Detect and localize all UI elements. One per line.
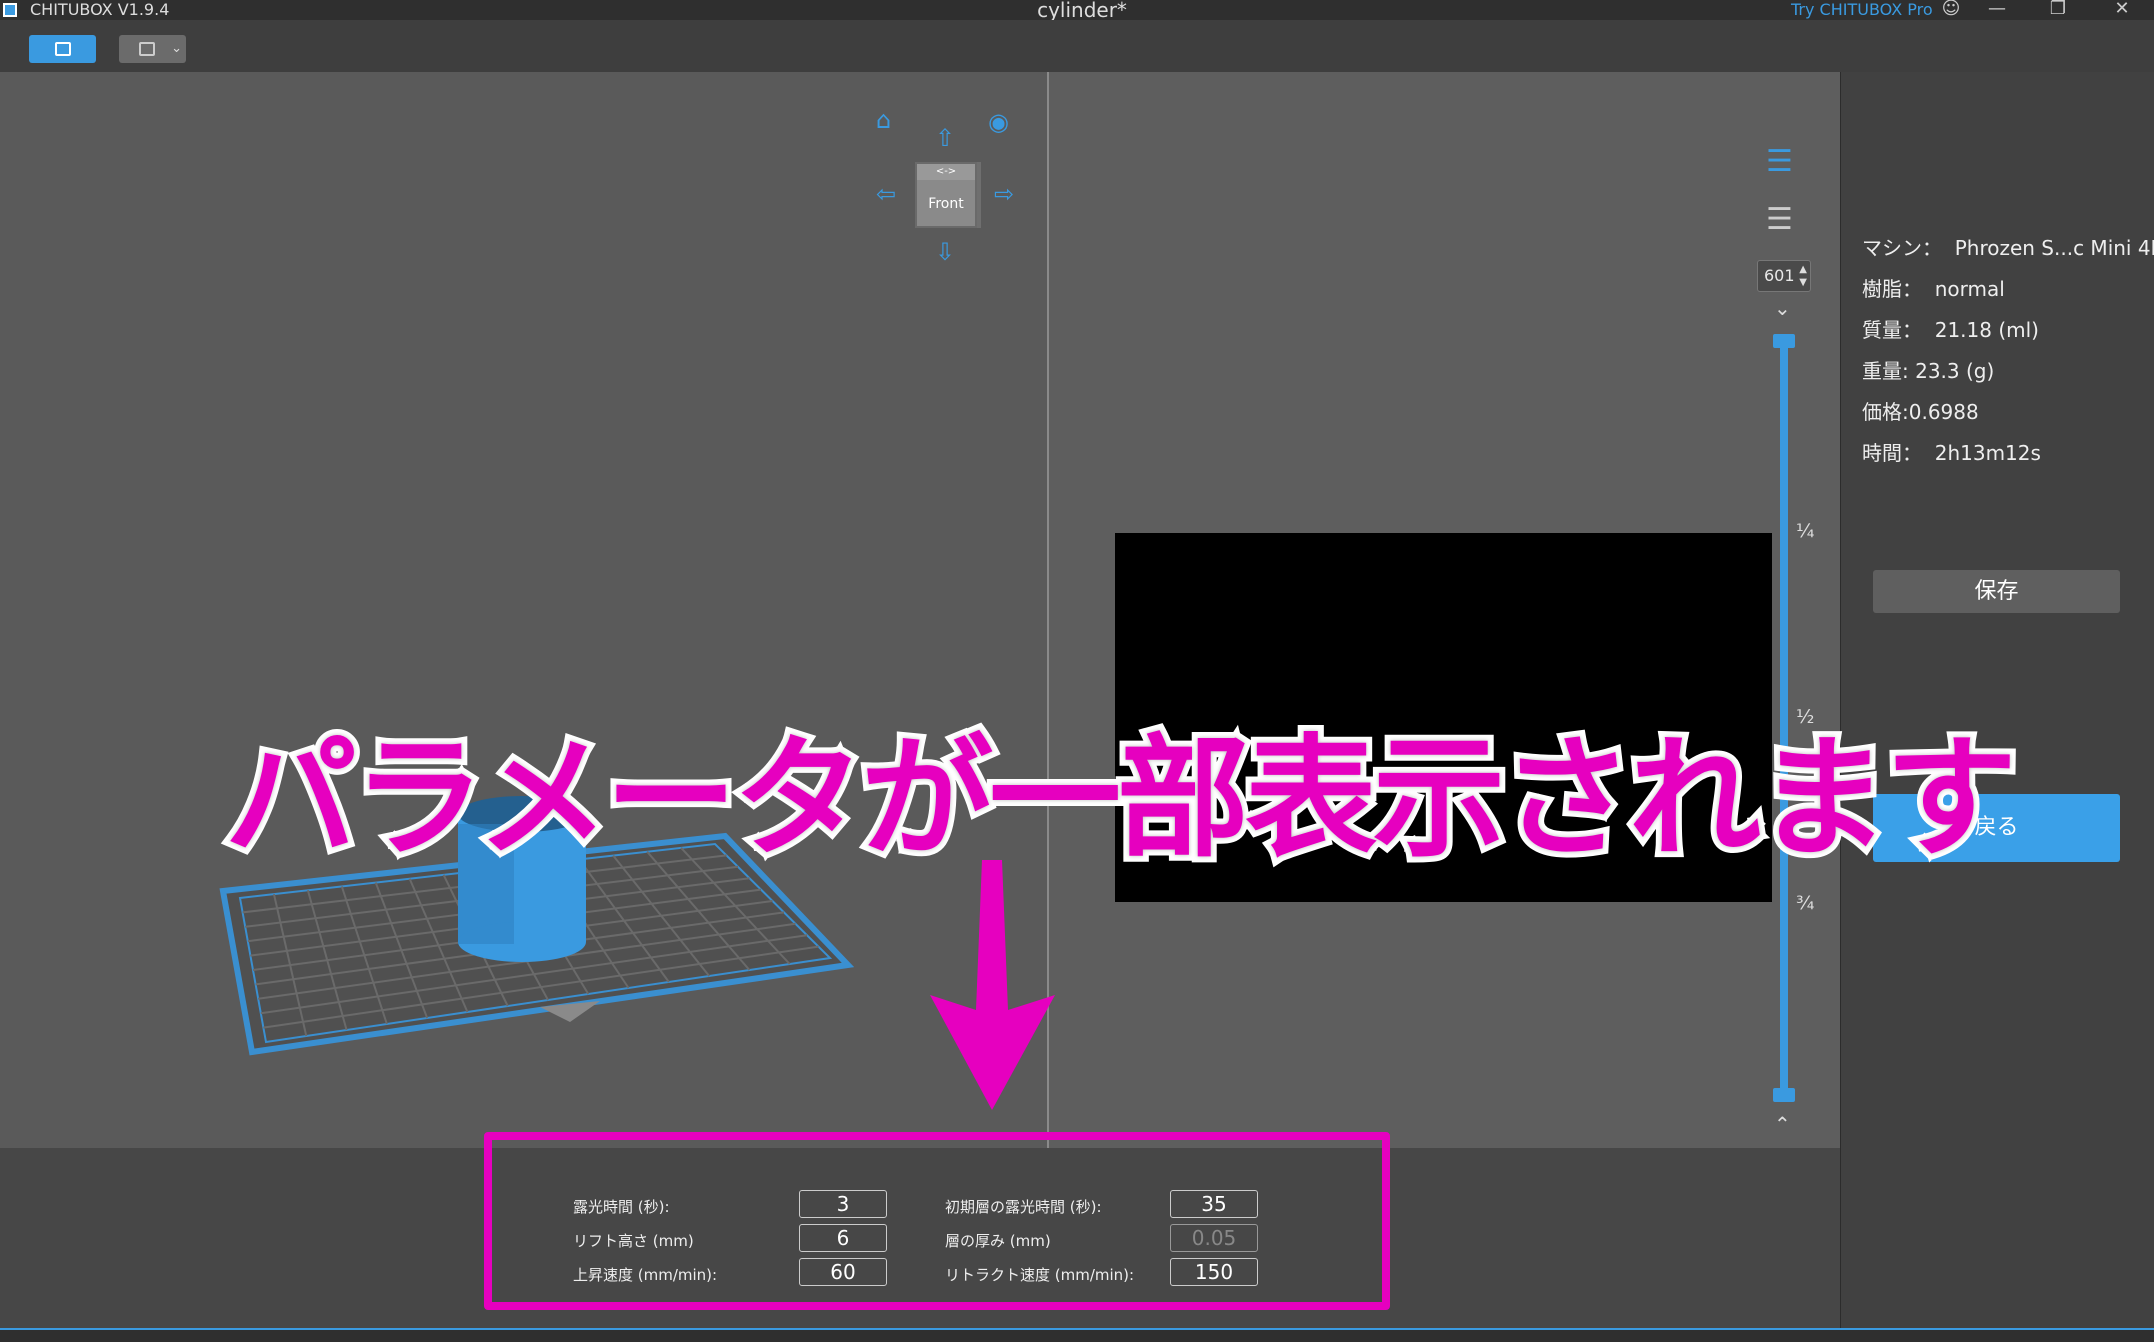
- annotation-arrow-icon: [930, 860, 1055, 1110]
- layers-icon: [55, 42, 71, 56]
- rotate-right-icon[interactable]: ⇨: [994, 182, 1014, 206]
- layer-slider-bottom-handle[interactable]: [1773, 1088, 1795, 1102]
- annotation-caption: パラメータが一部表示されます: [219, 716, 2023, 882]
- layers-hidden-icon[interactable]: ☰: [1766, 205, 1793, 235]
- rotate-left-icon[interactable]: ⇦: [876, 182, 896, 206]
- user-icon[interactable]: ☺: [1937, 0, 1965, 20]
- chevron-down-icon[interactable]: ⌄: [1774, 296, 1791, 320]
- build-platform: [219, 796, 855, 1056]
- model-viewport[interactable]: ⌂ ⇧ ◉ ⇦ ⇨ ⇩ <-> Front: [0, 72, 1047, 1148]
- slider-mark-three-quarter: ¾: [1796, 892, 1815, 914]
- layer-slider-top-handle[interactable]: [1773, 334, 1795, 348]
- chevron-up-icon[interactable]: ⌃: [1774, 1112, 1791, 1136]
- stat-price: 価格:0.6988: [1862, 400, 1979, 424]
- layer-spinner-icon[interactable]: ▲ ▼: [1799, 263, 1807, 289]
- chevron-down-icon: ⌄: [171, 41, 182, 56]
- title-bar: CHITUBOX V1.9.4 _cylinder* Try CHITUBOX …: [0, 0, 2154, 20]
- try-pro-link[interactable]: Try CHITUBOX Pro: [1791, 0, 1933, 20]
- slider-mark-quarter: ¼: [1796, 520, 1815, 542]
- view-cube-top: <->: [917, 164, 975, 180]
- save-button[interactable]: 保存: [1873, 570, 2120, 613]
- layers-settings-icon: [139, 42, 155, 56]
- slice-view-button[interactable]: [29, 35, 96, 63]
- close-icon[interactable]: ✕: [2108, 0, 2136, 20]
- stat-machine: マシン： Phrozen S...c Mini 4K: [1862, 236, 2154, 260]
- arrow-up-icon[interactable]: ⇧: [935, 126, 955, 150]
- stat-resin: 樹脂： normal: [1862, 277, 2005, 301]
- view-cube-label: Front: [928, 196, 964, 212]
- toolbar: ⌄: [0, 20, 2154, 72]
- eye-icon[interactable]: ◉: [988, 110, 1009, 134]
- minimize-icon[interactable]: —: [1983, 0, 2011, 20]
- restore-icon[interactable]: ❐: [2044, 0, 2072, 20]
- slice-settings-dropdown[interactable]: ⌄: [119, 35, 186, 63]
- home-icon[interactable]: ⌂: [876, 108, 891, 132]
- status-bar: [0, 1328, 2154, 1342]
- stat-weight: 重量: 23.3 (g): [1862, 359, 1995, 383]
- layers-visible-icon[interactable]: ☰: [1766, 147, 1793, 177]
- highlight-box: [484, 1132, 1390, 1310]
- view-cube[interactable]: <-> Front: [915, 162, 977, 228]
- stat-volume: 質量： 21.18 (ml): [1862, 318, 2039, 342]
- layer-number-input[interactable]: 601 ▲ ▼: [1757, 260, 1811, 292]
- layer-number-value: 601: [1764, 266, 1795, 285]
- arrow-down-icon[interactable]: ⇩: [935, 240, 955, 264]
- stat-time: 時間： 2h13m12s: [1862, 441, 2041, 465]
